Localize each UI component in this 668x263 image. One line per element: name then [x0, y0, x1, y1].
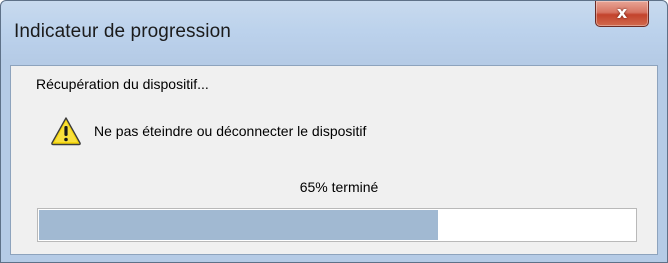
close-button[interactable]: x: [595, 1, 649, 27]
warning-icon: [51, 117, 81, 146]
window-title: Indicateur de progression: [14, 21, 231, 42]
progress-percent-label: 65% terminé: [299, 179, 379, 195]
close-icon: x: [616, 3, 628, 22]
title-bar[interactable]: Indicateur de progression x: [1, 1, 667, 65]
progress-dialog-window: Indicateur de progression x Récupération…: [0, 0, 668, 263]
progress-bar-fill: [39, 210, 438, 240]
progress-bar: [37, 208, 637, 242]
warning-message: Ne pas éteindre ou déconnecter le dispos…: [94, 123, 367, 139]
status-text: Récupération du dispositif...: [36, 76, 209, 92]
